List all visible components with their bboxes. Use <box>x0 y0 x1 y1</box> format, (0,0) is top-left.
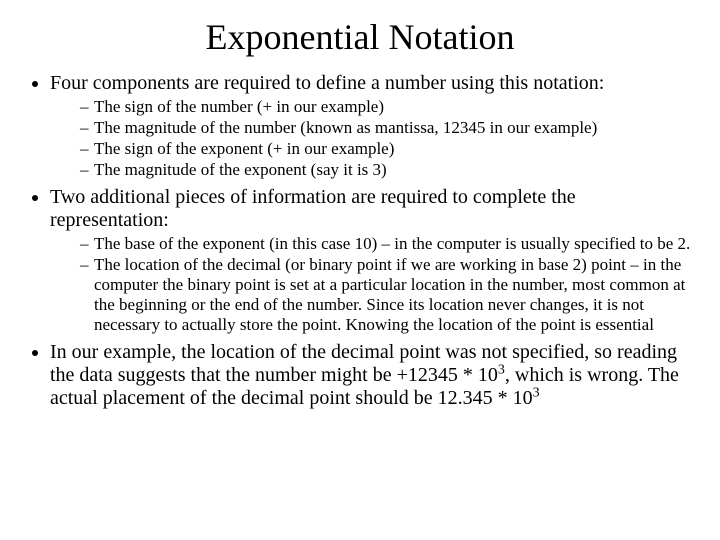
components-sublist: The sign of the number (+ in our example… <box>50 97 692 180</box>
bullet-additional: Two additional pieces of information are… <box>50 186 692 335</box>
sub-item: The sign of the exponent (+ in our examp… <box>80 139 692 159</box>
slide: Exponential Notation Four components are… <box>0 0 720 540</box>
sub-item: The base of the exponent (in this case 1… <box>80 234 692 254</box>
example-sup1: 3 <box>498 363 505 378</box>
bullet-components-text: Four components are required to define a… <box>50 72 604 94</box>
sub-item-text: The sign of the exponent (+ in our examp… <box>94 139 394 158</box>
sub-item-text: The magnitude of the number (known as ma… <box>94 118 597 137</box>
sub-item-text: The magnitude of the exponent (say it is… <box>94 160 387 179</box>
example-sup2: 3 <box>533 386 540 401</box>
slide-title: Exponential Notation <box>28 16 692 58</box>
sub-item-text: The base of the exponent (in this case 1… <box>94 234 690 253</box>
sub-item: The sign of the number (+ in our example… <box>80 97 692 117</box>
sub-item-text: The location of the decimal (or binary p… <box>94 255 685 334</box>
bullet-example: In our example, the location of the deci… <box>50 341 692 410</box>
sub-item: The location of the decimal (or binary p… <box>80 255 692 335</box>
additional-sublist: The base of the exponent (in this case 1… <box>50 234 692 335</box>
sub-item: The magnitude of the exponent (say it is… <box>80 160 692 180</box>
content-list: Four components are required to define a… <box>28 72 692 410</box>
sub-item: The magnitude of the number (known as ma… <box>80 118 692 138</box>
bullet-additional-text: Two additional pieces of information are… <box>50 186 576 231</box>
sub-item-text: The sign of the number (+ in our example… <box>94 97 384 116</box>
bullet-components: Four components are required to define a… <box>50 72 692 180</box>
